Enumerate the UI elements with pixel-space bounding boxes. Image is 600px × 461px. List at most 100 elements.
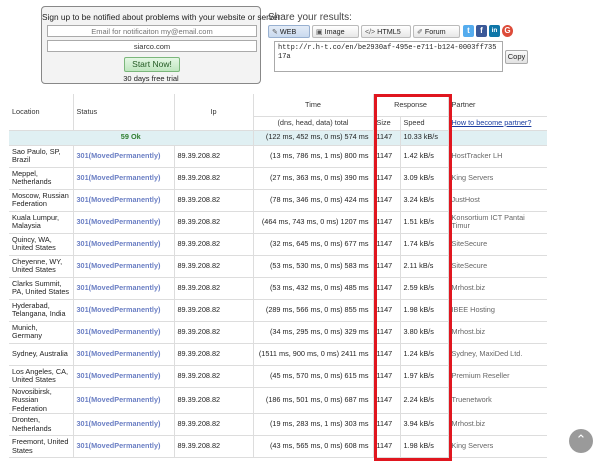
status-link[interactable]: 301(MovedPermanently): [72, 277, 174, 300]
chevron-up-icon[interactable]: ⌃: [569, 429, 593, 453]
ip-cell: 89.39.208.82: [173, 435, 253, 458]
ip-cell: 89.39.208.82: [173, 167, 253, 190]
partner-cell[interactable]: JustHost: [447, 189, 548, 212]
partner-cell[interactable]: King Servers: [447, 435, 548, 458]
table-row: Moscow, Russian Federation 301(MovedPerma…: [9, 189, 548, 212]
speed-cell: 2.11 kB/s: [399, 255, 449, 278]
start-now-button[interactable]: Start Now!: [124, 57, 180, 72]
ip-cell: 89.39.208.82: [173, 255, 253, 278]
location-cell: Sydney, Australia: [9, 343, 73, 366]
status-link[interactable]: 301(MovedPermanently): [72, 343, 174, 366]
size-cell: 1147: [372, 321, 400, 344]
location-cell: Munich, Germany: [9, 321, 73, 344]
twitter-icon[interactable]: t: [463, 25, 474, 37]
speed-cell: 1.97 kB/s: [399, 365, 449, 388]
status-link[interactable]: 301(MovedPermanently): [72, 365, 174, 388]
speed-cell: 3.09 kB/s: [399, 167, 449, 190]
location-cell: Cheyenne, WY, United States: [9, 255, 73, 278]
header-time-sub: (dns, head, data) total: [252, 116, 373, 131]
speed-cell: 1.42 kB/s: [399, 145, 449, 168]
speed-cell: 1.98 kB/s: [399, 435, 449, 458]
speed-cell: 1.98 kB/s: [399, 299, 449, 322]
signup-title: Sign up to be notified about problems wi…: [42, 12, 281, 22]
size-cell: 1147: [372, 167, 400, 190]
table-row: Sydney, Australia 301(MovedPermanently) 89…: [9, 343, 548, 366]
share-forum-button[interactable]: ✐ Forum: [413, 25, 460, 38]
status-link[interactable]: 301(MovedPermanently): [72, 255, 174, 278]
partner-cell[interactable]: SiteSecure: [447, 255, 548, 278]
partner-cell[interactable]: Mrhost.biz: [447, 413, 548, 436]
time-cell: (78 ms, 346 ms, 0 ms) 424 ms: [252, 189, 373, 212]
ip-cell: 89.39.208.82: [173, 413, 253, 436]
table-row: Hyderabad, Telangana, India 301(MovedPerm…: [9, 299, 548, 322]
partner-cell[interactable]: Premium Reseller: [447, 365, 548, 388]
size-cell: 1147: [372, 365, 400, 388]
table-row: Los Angeles, CA, United States 301(MovedP…: [9, 365, 548, 388]
speed-cell: 1.51 kB/s: [399, 211, 449, 234]
share-link-textarea[interactable]: http://r.h-t.co/en/be2930af-495e-e711-b1…: [274, 41, 503, 72]
partner-cell[interactable]: Mrhost.biz: [447, 321, 548, 344]
location-cell: Los Angeles, CA, United States: [9, 365, 73, 388]
location-cell: Freemont, United States: [9, 435, 73, 458]
time-cell: (53 ms, 530 ms, 0 ms) 583 ms: [252, 255, 373, 278]
status-link[interactable]: 301(MovedPermanently): [72, 189, 174, 212]
ip-cell: 89.39.208.82: [173, 189, 253, 212]
partner-cell[interactable]: King Servers: [447, 167, 548, 190]
time-cell: (45 ms, 570 ms, 0 ms) 615 ms: [252, 365, 373, 388]
email-field[interactable]: [47, 25, 257, 37]
speed-cell: 1.74 kB/s: [399, 233, 449, 256]
size-cell: 1147: [372, 189, 400, 212]
site-field[interactable]: [47, 40, 257, 52]
partner-cell[interactable]: Truenetwork: [447, 387, 548, 414]
copy-button[interactable]: Copy: [505, 50, 528, 64]
status-link[interactable]: 301(MovedPermanently): [72, 233, 174, 256]
signup-panel: Sign up to be notified about problems wi…: [41, 6, 281, 84]
status-link[interactable]: 301(MovedPermanently): [72, 299, 174, 322]
size-cell: 1147: [372, 211, 400, 234]
pencil-icon: ✐: [417, 29, 423, 36]
partner-cell[interactable]: Sydney, MaxiDed Ltd.: [447, 343, 548, 366]
time-cell: (53 ms, 432 ms, 0 ms) 485 ms: [252, 277, 373, 300]
size-cell: 1147: [372, 299, 400, 322]
share-web-button[interactable]: ✎ WEB: [268, 25, 310, 38]
header-ip: Ip: [173, 94, 253, 131]
partner-cell[interactable]: HostTracker LH: [447, 145, 548, 168]
table-row: Clarks Summit, PA, United States 301(Move…: [9, 277, 548, 300]
status-link[interactable]: 301(MovedPermanently): [72, 321, 174, 344]
table-row: Dronten, Netherlands 301(MovedPermanently…: [9, 413, 548, 436]
status-link[interactable]: 301(MovedPermanently): [72, 387, 174, 414]
become-partner-link[interactable]: How to become partner?: [452, 118, 532, 127]
time-cell: (27 ms, 363 ms, 0 ms) 390 ms: [252, 167, 373, 190]
share-image-button[interactable]: ▣ Image: [312, 25, 359, 38]
status-link[interactable]: 301(MovedPermanently): [72, 435, 174, 458]
partner-cell[interactable]: IBEE Hosting: [447, 299, 548, 322]
ip-cell: 89.39.208.82: [173, 211, 253, 234]
size-cell: 1147: [372, 387, 400, 414]
partner-cell[interactable]: Konsortium ICT Pantai Timur: [447, 211, 548, 234]
table-row: Munich, Germany 301(MovedPermanently) 89.3…: [9, 321, 548, 344]
status-link[interactable]: 301(MovedPermanently): [72, 413, 174, 436]
ip-cell: 89.39.208.82: [173, 277, 253, 300]
linkedin-icon[interactable]: in: [489, 25, 500, 37]
time-cell: (32 ms, 645 ms, 0 ms) 677 ms: [252, 233, 373, 256]
size-cell: 1147: [372, 413, 400, 436]
time-cell: (43 ms, 565 ms, 0 ms) 608 ms: [252, 435, 373, 458]
table-row: Cheyenne, WY, United States 301(MovedPerm…: [9, 255, 548, 278]
status-link[interactable]: 301(MovedPermanently): [72, 167, 174, 190]
speed-cell: 2.59 kB/s: [399, 277, 449, 300]
share-html5-button[interactable]: </> HTML5: [361, 25, 411, 38]
ip-cell: 89.39.208.82: [173, 365, 253, 388]
google-plus-icon[interactable]: G: [502, 25, 513, 37]
speed-cell: 3.24 kB/s: [399, 189, 449, 212]
status-link[interactable]: 301(MovedPermanently): [72, 145, 174, 168]
table-row: Freemont, United States 301(MovedPermanen…: [9, 435, 548, 458]
code-icon: </>: [365, 29, 376, 36]
summary-speed: 10.33 kB/s: [399, 130, 449, 146]
location-cell: Dronten, Netherlands: [9, 413, 73, 436]
location-cell: Novosibirsk, Russian Federation: [9, 387, 73, 414]
partner-cell[interactable]: SiteSecure: [447, 233, 548, 256]
partner-cell[interactable]: Mrhost.biz: [447, 277, 548, 300]
header-size: Size: [372, 116, 400, 131]
status-link[interactable]: 301(MovedPermanently): [72, 211, 174, 234]
facebook-icon[interactable]: f: [476, 25, 487, 37]
